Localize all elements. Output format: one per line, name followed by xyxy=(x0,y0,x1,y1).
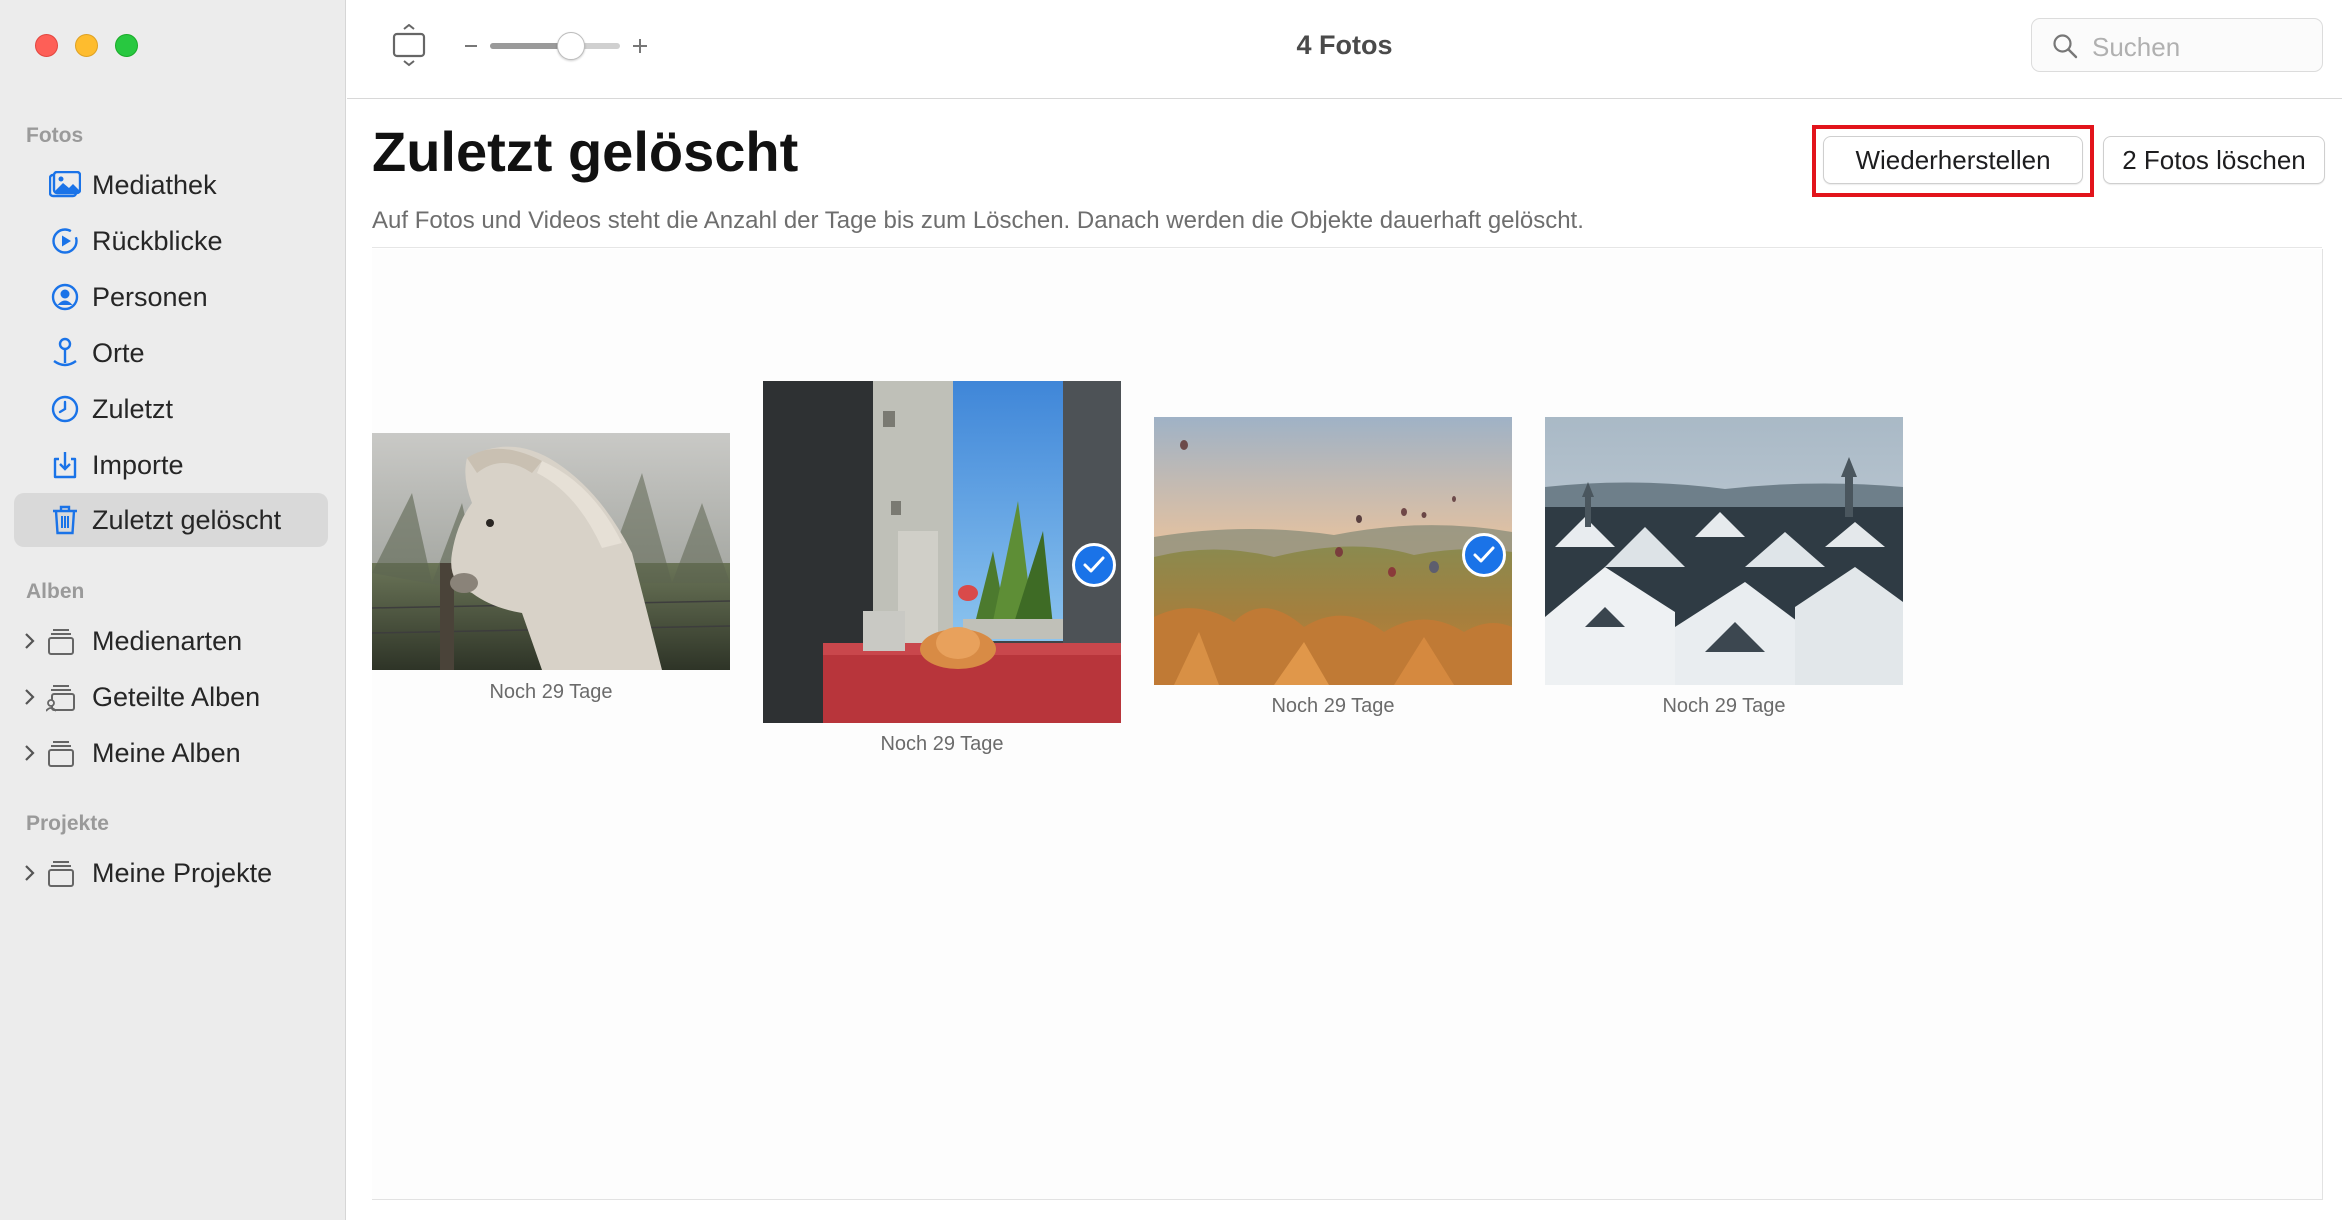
sidebar-item-media-types[interactable]: Medienarten xyxy=(0,614,346,668)
header-divider xyxy=(372,247,2322,248)
photo-thumbnail-window-cat[interactable] xyxy=(763,381,1121,723)
sidebar-item-label: Meine Alben xyxy=(92,737,241,768)
sidebar-section-photos: Fotos xyxy=(26,124,84,147)
delete-photos-button[interactable]: 2 Fotos löschen xyxy=(2103,136,2325,184)
pin-icon xyxy=(48,336,82,370)
search-input[interactable]: Suchen xyxy=(2031,18,2323,72)
sidebar-item-label: Meine Projekte xyxy=(92,857,273,888)
toolbar: 4 Fotos Suchen xyxy=(347,0,2342,99)
sidebar-item-my-projects[interactable]: Meine Projekte xyxy=(0,846,346,900)
sidebar-item-library[interactable]: Mediathek xyxy=(14,158,328,212)
search-placeholder: Suchen xyxy=(2092,32,2181,62)
chevron-right-icon[interactable] xyxy=(22,743,38,763)
photo-library-icon xyxy=(48,168,82,202)
sidebar-item-label: Mediathek xyxy=(92,169,217,200)
album-stack-icon xyxy=(48,861,74,887)
album-stack-icon xyxy=(48,741,74,767)
selected-checkmark-icon[interactable] xyxy=(1072,543,1116,587)
photo-caption: Noch 29 Tage xyxy=(1271,695,1395,717)
sidebar-item-memories[interactable]: Rückblicke xyxy=(14,214,328,268)
close-window-button[interactable] xyxy=(35,34,58,57)
sidebar-item-label: Orte xyxy=(92,337,145,368)
album-stack-icon xyxy=(48,629,74,655)
photo-thumbnail-horse[interactable] xyxy=(372,433,730,670)
sidebar-item-my-albums[interactable]: Meine Alben xyxy=(0,726,346,780)
sidebar-item-shared-albums[interactable]: Geteilte Alben xyxy=(0,670,346,724)
sidebar-item-label: Zuletzt gelöscht xyxy=(92,504,282,535)
photo-caption: Noch 29 Tage xyxy=(1662,695,1786,717)
sidebar-item-recently-deleted[interactable]: Zuletzt gelöscht xyxy=(14,493,328,547)
import-icon xyxy=(48,448,82,482)
sidebar: Fotos Mediathek Rückblicke Personen Orte… xyxy=(0,0,346,1220)
sidebar-section-projects: Projekte xyxy=(26,812,109,835)
page-title: Zuletzt gelöscht xyxy=(372,120,799,183)
sidebar-item-label: Importe xyxy=(92,449,184,480)
trash-icon xyxy=(48,503,82,537)
sidebar-item-recents[interactable]: Zuletzt xyxy=(14,382,328,436)
clock-icon xyxy=(48,392,82,426)
photo-grid: Noch 29 Tage Noch 29 Tage Noch 29 Tage N… xyxy=(372,249,2323,1200)
minimize-window-button[interactable] xyxy=(75,34,98,57)
sidebar-item-places[interactable]: Orte xyxy=(14,326,328,380)
chevron-right-icon[interactable] xyxy=(22,863,38,883)
search-icon xyxy=(2053,34,2078,59)
zoom-window-button[interactable] xyxy=(115,34,138,57)
page-subtitle: Auf Fotos und Videos steht die Anzahl de… xyxy=(372,207,1584,234)
selected-checkmark-icon[interactable] xyxy=(1462,533,1506,577)
sidebar-section-albums: Alben xyxy=(26,580,85,603)
person-icon xyxy=(48,280,82,314)
shared-album-icon xyxy=(46,685,75,712)
chevron-right-icon[interactable] xyxy=(22,687,38,707)
sidebar-item-people[interactable]: Personen xyxy=(14,270,328,324)
photo-caption: Noch 29 Tage xyxy=(489,681,613,703)
sidebar-item-label: Medienarten xyxy=(92,625,243,656)
chevron-right-icon[interactable] xyxy=(22,631,38,651)
main-content: Zuletzt gelöscht Auf Fotos und Videos st… xyxy=(347,99,2342,1220)
sidebar-item-imports[interactable]: Importe xyxy=(14,438,328,492)
sidebar-item-label: Zuletzt xyxy=(92,393,174,424)
restore-button[interactable]: Wiederherstellen xyxy=(1823,136,2083,184)
photo-thumbnail-snowy-city[interactable] xyxy=(1545,417,1903,685)
sidebar-item-label: Personen xyxy=(92,281,208,312)
sidebar-item-label: Geteilte Alben xyxy=(92,681,261,712)
sidebar-item-label: Rückblicke xyxy=(92,225,223,256)
memories-icon xyxy=(48,224,82,258)
photo-caption: Noch 29 Tage xyxy=(880,733,1004,755)
photo-thumbnail-balloons-valley[interactable] xyxy=(1154,417,1512,685)
